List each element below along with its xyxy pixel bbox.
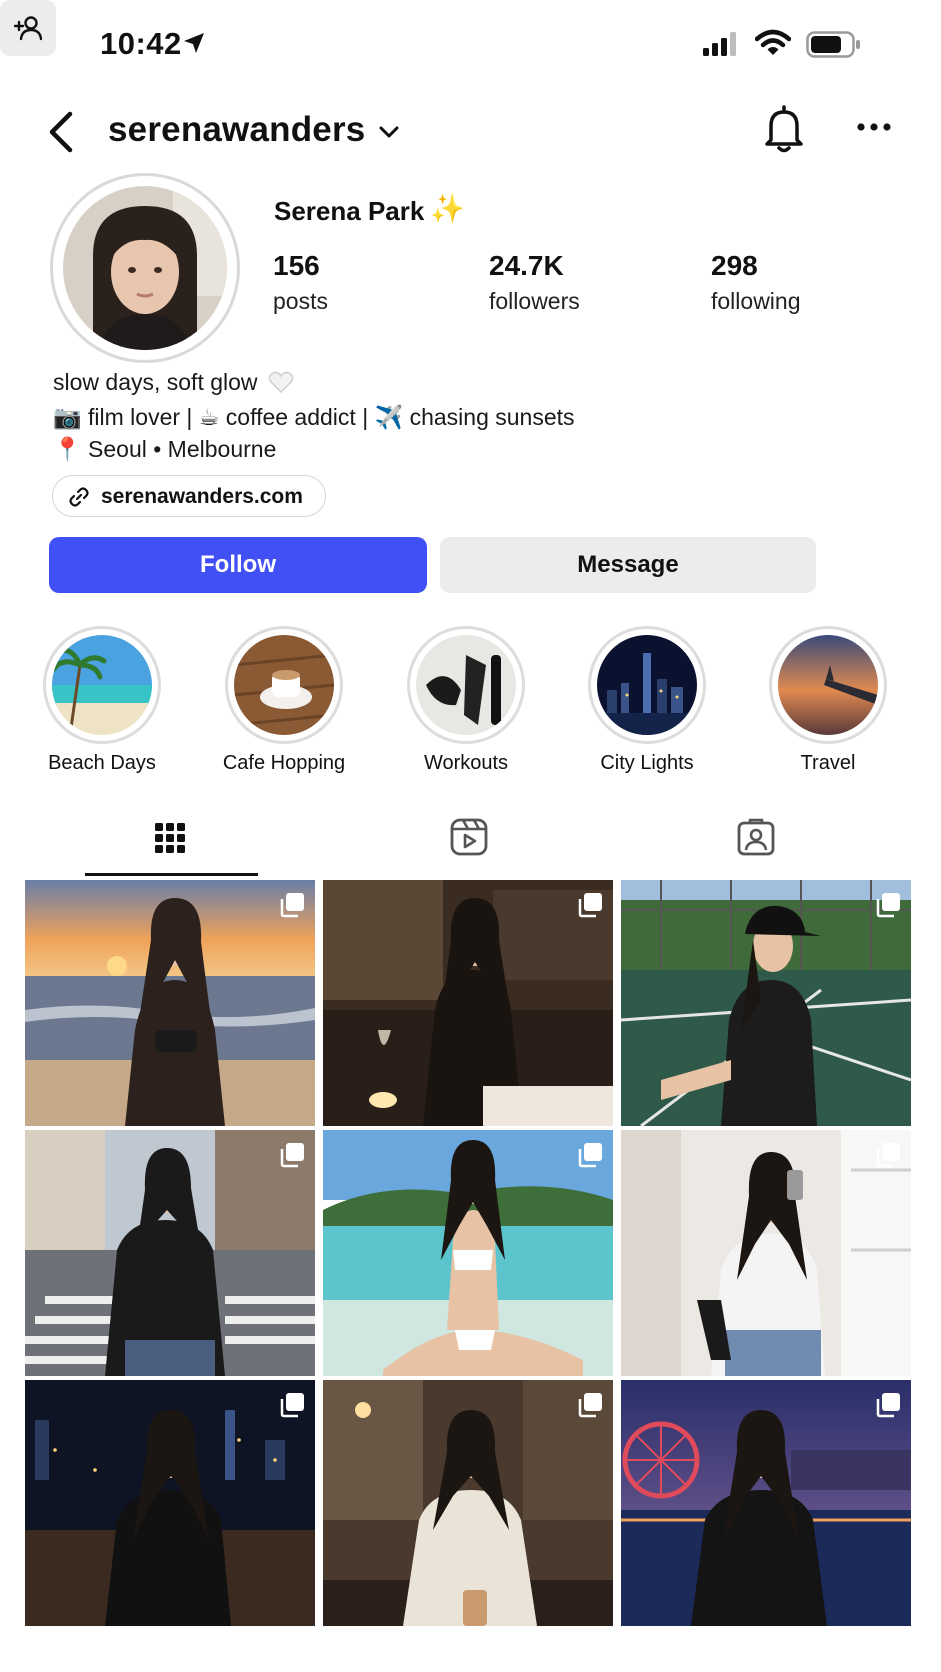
- avatar: [63, 186, 227, 350]
- highlight-ring: [769, 626, 887, 744]
- highlight-ring: [407, 626, 525, 744]
- multiple-photos-icon: [578, 893, 602, 918]
- bio-line-1: slow days, soft glow: [53, 369, 294, 396]
- sparkle-emoji: ✨: [430, 193, 465, 224]
- post-tile-candlelit-dinner[interactable]: [323, 880, 613, 1126]
- wifi-icon: [755, 29, 791, 55]
- more-options-button[interactable]: [856, 120, 892, 134]
- highlight-workouts[interactable]: Workouts: [394, 626, 544, 776]
- highlight-label: Travel: [800, 752, 856, 774]
- highlight-label: Cafe Hopping: [222, 752, 346, 774]
- post-tile-night-city[interactable]: [25, 1380, 315, 1626]
- following-count: 298: [711, 250, 758, 281]
- highlight-ring: [588, 626, 706, 744]
- highlight-ring: [225, 626, 343, 744]
- followers-count: 24.7K: [489, 250, 564, 281]
- posts-count: 156: [273, 250, 320, 281]
- cellular-signal-icon: [703, 32, 736, 56]
- post-tile-tennis-court[interactable]: [621, 880, 911, 1126]
- tagged-icon: [737, 818, 775, 856]
- website-link-text: serenawanders.com: [101, 485, 303, 508]
- highlight-cafe-hopping[interactable]: Cafe Hopping: [212, 626, 362, 776]
- tab-tagged[interactable]: [720, 800, 800, 876]
- white-heart-icon: [268, 371, 294, 394]
- reels-icon: [450, 818, 488, 856]
- following-label: following: [711, 288, 801, 314]
- profile-tabs: [0, 800, 941, 876]
- post-tile-restaurant-evening[interactable]: [323, 1380, 613, 1626]
- multiple-photos-icon: [876, 893, 900, 918]
- back-button[interactable]: [44, 110, 78, 154]
- post-tile-tropical-beach[interactable]: [323, 1130, 613, 1376]
- highlight-cover: [416, 635, 516, 735]
- message-button[interactable]: Message: [440, 537, 816, 593]
- multiple-photos-icon: [280, 1393, 304, 1418]
- bio-text-1: slow days, soft glow: [53, 369, 258, 395]
- post-tile-mirror-selfie[interactable]: [621, 1130, 911, 1376]
- notification-bell-button[interactable]: [762, 104, 806, 154]
- highlight-city-lights[interactable]: City Lights: [575, 626, 725, 776]
- multiple-photos-icon: [578, 1393, 602, 1418]
- highlight-label: Beach Days: [48, 752, 156, 774]
- bio-line-3: 📍 Seoul • Melbourne: [53, 436, 277, 462]
- highlight-label: Workouts: [423, 752, 509, 774]
- followers-stat[interactable]: 24.7K followers: [489, 250, 580, 315]
- tab-posts-grid[interactable]: [85, 800, 258, 876]
- website-link[interactable]: serenawanders.com: [52, 475, 326, 517]
- battery-icon: [806, 31, 860, 58]
- following-stat[interactable]: 298 following: [711, 250, 801, 315]
- status-time: 10:42: [100, 26, 182, 61]
- highlight-label: City Lights: [600, 752, 694, 774]
- multiple-photos-icon: [876, 1393, 900, 1418]
- link-icon: [69, 487, 89, 507]
- bio-line-2: 📷 film lover | ☕ coffee addict | ✈️ chas…: [53, 404, 575, 430]
- display-name: Serena Park: [274, 196, 425, 226]
- posts-stat[interactable]: 156 posts: [273, 250, 328, 315]
- posts-label: posts: [273, 288, 328, 314]
- chevron-down-icon[interactable]: [378, 124, 400, 140]
- follow-button[interactable]: Follow: [49, 537, 427, 593]
- multiple-photos-icon: [578, 1143, 602, 1168]
- profile-avatar-ring[interactable]: [50, 173, 240, 363]
- highlight-cover: [597, 635, 697, 735]
- highlight-ring: [43, 626, 161, 744]
- highlight-cover: [52, 635, 152, 735]
- profile-header: serenawanders: [0, 90, 941, 170]
- multiple-photos-icon: [280, 1143, 304, 1168]
- post-tile-beach-sunset[interactable]: [25, 880, 315, 1126]
- add-user-icon: [14, 16, 42, 41]
- status-bar: 10:42: [0, 0, 941, 90]
- highlight-cover: [778, 635, 878, 735]
- location-arrow-icon: [184, 33, 204, 53]
- followers-label: followers: [489, 288, 580, 314]
- highlight-cover: [234, 635, 334, 735]
- multiple-photos-icon: [280, 893, 304, 918]
- grid-icon: [155, 823, 185, 853]
- multiple-photos-icon: [876, 1143, 900, 1168]
- highlight-beach-days[interactable]: Beach Days: [30, 626, 180, 776]
- post-tile-city-crosswalk[interactable]: [25, 1130, 315, 1376]
- username-title[interactable]: serenawanders: [108, 110, 365, 150]
- tab-reels[interactable]: [430, 800, 510, 876]
- post-tile-ferris-wheel[interactable]: [621, 1380, 911, 1626]
- highlight-travel[interactable]: Travel: [756, 626, 906, 776]
